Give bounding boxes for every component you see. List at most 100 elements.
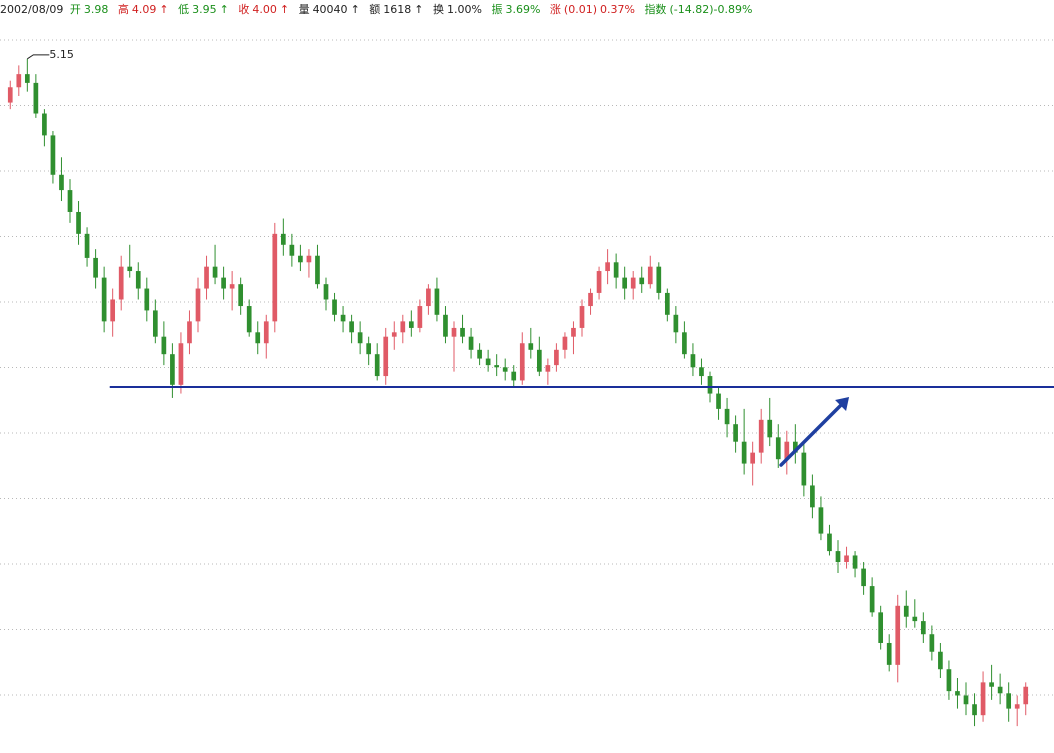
candle-body bbox=[835, 551, 841, 563]
candle-body bbox=[144, 288, 150, 311]
candle-body bbox=[775, 437, 781, 460]
candle-body bbox=[187, 321, 192, 344]
candle-body bbox=[340, 314, 346, 322]
candle-body bbox=[588, 292, 593, 307]
candle-body bbox=[93, 257, 98, 278]
candle-body bbox=[869, 586, 875, 613]
candle-body bbox=[886, 642, 892, 665]
candle-body bbox=[161, 336, 167, 355]
candle-body bbox=[733, 424, 738, 442]
candle-body bbox=[639, 277, 645, 285]
candle-body bbox=[366, 343, 372, 355]
candle-body bbox=[178, 343, 184, 385]
candle-body bbox=[298, 255, 303, 263]
candle-body bbox=[24, 74, 30, 83]
candle-body bbox=[417, 306, 423, 328]
candle-body bbox=[852, 555, 858, 569]
candle-body bbox=[716, 393, 721, 409]
candle-body bbox=[212, 266, 218, 278]
candle-body bbox=[229, 284, 235, 289]
candle-body bbox=[451, 327, 457, 337]
candle-body bbox=[647, 266, 653, 285]
candle-body bbox=[903, 605, 909, 617]
candle-body bbox=[997, 686, 1003, 694]
candle-body bbox=[622, 277, 628, 289]
candle-body bbox=[118, 266, 124, 300]
candle-body bbox=[59, 174, 64, 191]
candle-body bbox=[42, 113, 47, 136]
candle-body bbox=[434, 288, 440, 315]
candle-body bbox=[920, 621, 926, 635]
candle-body bbox=[443, 314, 448, 337]
candle-body bbox=[596, 271, 602, 293]
candle-body bbox=[400, 321, 406, 333]
annotations-group: 5.15 bbox=[27, 48, 1054, 467]
candle-body bbox=[357, 332, 363, 344]
candle-body bbox=[554, 349, 559, 366]
candle-body bbox=[33, 82, 39, 114]
candle-body bbox=[724, 408, 730, 425]
candle-body bbox=[7, 87, 13, 103]
candle-body bbox=[562, 336, 568, 350]
candle-body bbox=[502, 367, 508, 372]
candle-body bbox=[630, 277, 636, 289]
candle-body bbox=[571, 327, 576, 337]
candle-body bbox=[255, 332, 261, 344]
candle-body bbox=[955, 691, 960, 696]
candlestick-chart: 5.15 bbox=[0, 39, 1054, 727]
candle-body bbox=[323, 284, 329, 300]
candle-body bbox=[963, 695, 969, 705]
candle-body bbox=[673, 314, 679, 333]
candle-body bbox=[468, 336, 474, 350]
candle-body bbox=[426, 288, 431, 307]
candle-body bbox=[741, 441, 747, 464]
candle-body bbox=[579, 306, 585, 328]
candle-body bbox=[332, 299, 337, 315]
candle-body bbox=[511, 371, 517, 381]
candle-body bbox=[1023, 686, 1029, 705]
candle-body bbox=[767, 419, 773, 438]
candle-body bbox=[383, 336, 389, 377]
arrow-annotation bbox=[779, 400, 846, 467]
candle-body bbox=[238, 284, 244, 307]
candle-body bbox=[221, 277, 226, 289]
candle-body bbox=[810, 485, 815, 508]
candle-body bbox=[946, 669, 952, 692]
candle-body bbox=[263, 321, 269, 344]
candle-body bbox=[127, 266, 133, 272]
grid-lines bbox=[0, 39, 1054, 696]
candle-body bbox=[349, 321, 354, 333]
candle-body bbox=[929, 634, 935, 652]
candle-body bbox=[690, 354, 696, 368]
candle-body bbox=[50, 135, 56, 175]
candle-body bbox=[656, 266, 662, 293]
candle-body bbox=[827, 533, 832, 552]
candle-body bbox=[699, 367, 704, 377]
candle-body bbox=[477, 349, 482, 359]
candle-body bbox=[519, 343, 525, 381]
candle-body bbox=[758, 419, 764, 453]
candle-body bbox=[195, 288, 201, 322]
candle-body bbox=[972, 704, 977, 716]
candle-body bbox=[980, 682, 986, 716]
candles-group bbox=[7, 58, 1029, 727]
candle-body bbox=[135, 271, 141, 289]
candle-body bbox=[272, 233, 278, 322]
candle-body bbox=[895, 605, 901, 665]
candle-body bbox=[76, 211, 81, 234]
candle-body bbox=[374, 354, 380, 377]
candle-body bbox=[1014, 704, 1020, 709]
candle-body bbox=[844, 555, 849, 563]
candle-body bbox=[801, 452, 807, 486]
candle-body bbox=[545, 365, 551, 372]
candle-body bbox=[485, 358, 491, 366]
candle-body bbox=[682, 332, 687, 355]
candle-body bbox=[460, 327, 465, 337]
candle-body bbox=[494, 365, 500, 368]
candle-body bbox=[152, 310, 158, 337]
candle-body bbox=[315, 255, 320, 285]
candle-body bbox=[605, 262, 610, 272]
candle-body bbox=[246, 306, 252, 333]
candle-body bbox=[1006, 693, 1012, 709]
peak-leader-line bbox=[27, 54, 50, 60]
